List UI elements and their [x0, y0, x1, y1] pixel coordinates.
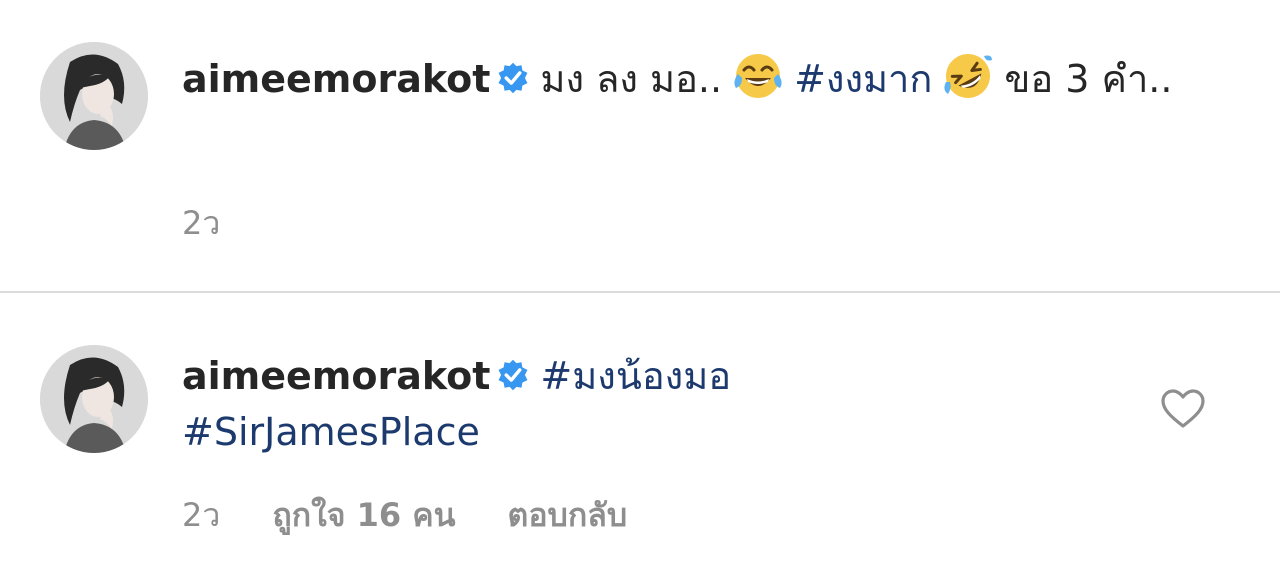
heart-icon[interactable] — [1160, 388, 1206, 430]
likes-count-link[interactable]: ถูกใจ 16 คน — [272, 496, 455, 534]
comment-text-part: ขอ 3 คำ.. — [1004, 57, 1173, 101]
comment: aimeemorakot #มงน้องมอ #SirJamesPlace 2ว… — [0, 293, 1280, 572]
comment-meta: 2ว — [182, 198, 272, 249]
face-with-tears-of-joy-icon — [734, 54, 782, 98]
avatar[interactable] — [40, 345, 148, 453]
rolling-on-floor-laughing-icon — [944, 54, 993, 98]
hashtag-link[interactable]: #มงน้องมอ — [540, 354, 731, 398]
comment-meta: 2ว ถูกใจ 16 คน ตอบกลับ — [182, 490, 679, 541]
comment-text: aimeemorakot มง ลง มอ.. #งงมาก ขอ 3 คำ.. — [182, 48, 1242, 107]
username[interactable]: aimeemorakot — [182, 57, 490, 101]
comment: aimeemorakot มง ลง มอ.. #งงมาก ขอ 3 คำ..… — [0, 0, 1280, 292]
comment-timestamp: 2ว — [182, 496, 221, 534]
hashtag-link[interactable]: #SirJamesPlace — [182, 410, 480, 454]
verified-badge-icon — [498, 359, 528, 391]
comment-text: aimeemorakot #มงน้องมอ #SirJamesPlace — [182, 348, 1102, 460]
verified-badge-icon — [498, 62, 528, 94]
comment-text-part: มง ลง มอ.. — [540, 57, 723, 101]
reply-button[interactable]: ตอบกลับ — [508, 496, 628, 534]
avatar[interactable] — [40, 42, 148, 150]
username[interactable]: aimeemorakot — [182, 354, 490, 398]
comment-timestamp: 2ว — [182, 204, 221, 242]
hashtag-link[interactable]: #งงมาก — [794, 57, 932, 101]
